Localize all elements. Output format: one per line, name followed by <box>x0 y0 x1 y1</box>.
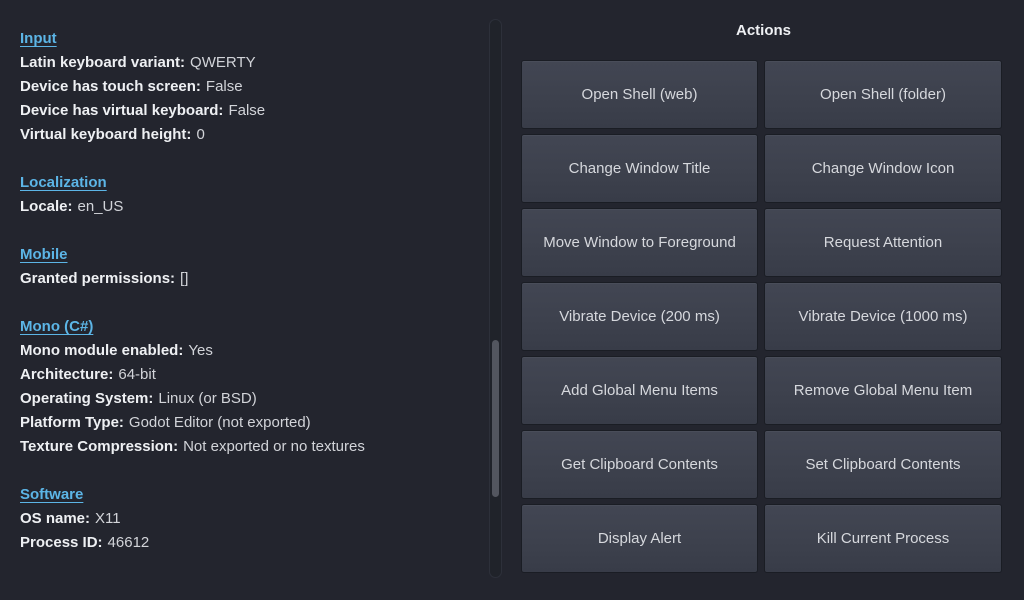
info-label: Granted permissions: <box>20 270 175 287</box>
info-line: Latin keyboard variant: QWERTY <box>20 51 486 75</box>
info-value: Yes <box>188 342 212 359</box>
get-clipboard-contents-button[interactable]: Get Clipboard Contents <box>521 430 758 499</box>
info-label: Platform Type: <box>20 414 124 431</box>
section-mono: Mono (C#) Mono module enabled: Yes Archit… <box>20 315 486 459</box>
info-value: 64-bit <box>118 366 156 383</box>
section-heading-mono: Mono (C#) <box>20 315 93 339</box>
info-value: False <box>228 102 265 119</box>
info-value: X11 <box>95 510 121 527</box>
section-software: Software OS name: X11 Process ID: 46612 <box>20 483 486 555</box>
change-window-icon-button[interactable]: Change Window Icon <box>764 134 1002 203</box>
info-label: OS name: <box>20 510 90 527</box>
open-shell-folder-button[interactable]: Open Shell (folder) <box>764 60 1002 129</box>
actions-button-grid: Open Shell (web) Open Shell (folder) Cha… <box>521 60 1002 573</box>
info-line: Operating System: Linux (or BSD) <box>20 387 486 411</box>
set-clipboard-contents-button[interactable]: Set Clipboard Contents <box>764 430 1002 499</box>
info-line: Platform Type: Godot Editor (not exported… <box>20 411 486 435</box>
info-value: Godot Editor (not exported) <box>129 414 311 431</box>
info-value: 0 <box>196 126 204 143</box>
info-label: Architecture: <box>20 366 113 383</box>
section-heading-software: Software <box>20 483 83 507</box>
info-line: OS name: X11 <box>20 507 486 531</box>
info-label: Locale: <box>20 198 73 215</box>
info-label: Latin keyboard variant: <box>20 54 185 71</box>
info-line: Architecture: 64-bit <box>20 363 486 387</box>
section-heading-localization: Localization <box>20 171 107 195</box>
info-line: Granted permissions: [] <box>20 267 486 291</box>
info-panel-scrollbar[interactable] <box>489 19 502 578</box>
kill-current-process-button[interactable]: Kill Current Process <box>764 504 1002 573</box>
info-label: Mono module enabled: <box>20 342 183 359</box>
info-value: QWERTY <box>190 54 256 71</box>
info-line: Locale: en_US <box>20 195 486 219</box>
scrollbar-thumb[interactable] <box>492 340 499 497</box>
info-label: Operating System: <box>20 390 153 407</box>
vibrate-device-200ms-button[interactable]: Vibrate Device (200 ms) <box>521 282 758 351</box>
info-line: Device has virtual keyboard: False <box>20 99 486 123</box>
move-window-foreground-button[interactable]: Move Window to Foreground <box>521 208 758 277</box>
info-line: Texture Compression: Not exported or no t… <box>20 435 486 459</box>
info-label: Device has virtual keyboard: <box>20 102 223 119</box>
info-line: Virtual keyboard height: 0 <box>20 123 486 147</box>
info-value: False <box>206 78 243 95</box>
info-value: Linux (or BSD) <box>158 390 256 407</box>
section-localization: Localization Locale: en_US <box>20 171 486 219</box>
info-label: Virtual keyboard height: <box>20 126 191 143</box>
section-heading-mobile: Mobile <box>20 243 68 267</box>
actions-panel-title: Actions <box>503 22 1024 39</box>
info-label: Texture Compression: <box>20 438 178 455</box>
actions-panel: Actions Open Shell (web) Open Shell (fol… <box>503 0 1024 600</box>
display-alert-button[interactable]: Display Alert <box>521 504 758 573</box>
section-input: Input Latin keyboard variant: QWERTY Devi… <box>20 27 486 147</box>
info-value: en_US <box>78 198 124 215</box>
info-label: Device has touch screen: <box>20 78 201 95</box>
change-window-title-button[interactable]: Change Window Title <box>521 134 758 203</box>
info-line: Device has touch screen: False <box>20 75 486 99</box>
info-line: Process ID: 46612 <box>20 531 486 555</box>
section-heading-input: Input <box>20 27 57 51</box>
request-attention-button[interactable]: Request Attention <box>764 208 1002 277</box>
section-mobile: Mobile Granted permissions: [] <box>20 243 486 291</box>
info-value: Not exported or no textures <box>183 438 365 455</box>
info-line: Mono module enabled: Yes <box>20 339 486 363</box>
system-info-panel: Input Latin keyboard variant: QWERTY Devi… <box>0 0 486 600</box>
info-label: Process ID: <box>20 534 103 551</box>
open-shell-web-button[interactable]: Open Shell (web) <box>521 60 758 129</box>
remove-global-menu-item-button[interactable]: Remove Global Menu Item <box>764 356 1002 425</box>
add-global-menu-items-button[interactable]: Add Global Menu Items <box>521 356 758 425</box>
vibrate-device-1000ms-button[interactable]: Vibrate Device (1000 ms) <box>764 282 1002 351</box>
info-value: [] <box>180 270 188 287</box>
info-value: 46612 <box>108 534 150 551</box>
